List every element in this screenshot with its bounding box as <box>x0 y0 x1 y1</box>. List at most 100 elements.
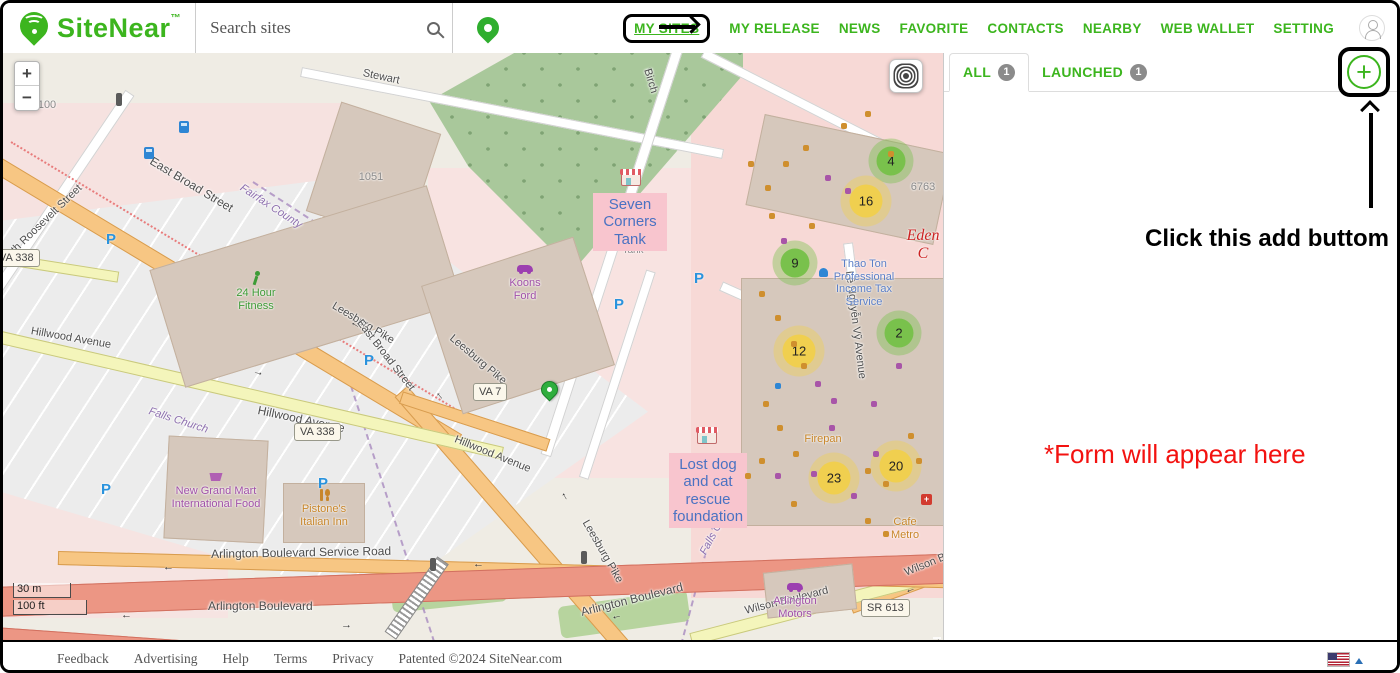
oneway-arrow-icon: ← <box>121 609 132 621</box>
picon-icon: P <box>364 352 374 369</box>
dotp-icon <box>781 238 787 244</box>
dotp-icon <box>871 401 877 407</box>
dotp-icon <box>908 433 914 439</box>
sitenear-pin-wifi-icon <box>19 10 49 46</box>
dotp-icon <box>916 458 922 464</box>
nav-contacts[interactable]: CONTACTS <box>987 21 1063 36</box>
location-pin-icon[interactable] <box>473 12 504 43</box>
aid-icon: + <box>921 494 932 505</box>
dotp-icon <box>748 161 754 167</box>
dotp-icon <box>769 213 775 219</box>
zoom-out-button[interactable]: − <box>15 86 39 110</box>
bus-icon <box>144 147 154 159</box>
dotp-icon <box>845 188 851 194</box>
dotp-icon <box>831 398 837 404</box>
annotation-add-note: Click this add buttom <box>1089 225 1389 253</box>
dotp-icon <box>873 451 879 457</box>
nav-nearby[interactable]: NEARBY <box>1083 21 1142 36</box>
map-zoom-control: + − <box>14 61 40 111</box>
tl-icon <box>581 551 587 564</box>
picon-icon: P <box>318 475 328 492</box>
dotp-icon <box>745 473 751 479</box>
tab-all[interactable]: ALL 1 <box>949 53 1029 92</box>
us-flag-icon <box>1328 653 1349 666</box>
dotp-icon <box>783 161 789 167</box>
dotp-icon <box>809 223 815 229</box>
nav-web-wallet[interactable]: WEB WALLET <box>1161 21 1255 36</box>
dotp-icon <box>815 381 821 387</box>
annotation-arrow-up <box>1369 113 1373 208</box>
tab-all-count-badge: 1 <box>998 64 1015 81</box>
main-nav: MY SITES MY RELEASE NEWS FAVORITE CONTAC… <box>615 14 1397 43</box>
dotp-icon <box>865 518 871 524</box>
dotp-icon <box>883 531 889 537</box>
panel-tab-bar: ALL 1 LAUNCHED 1 <box>944 53 1397 92</box>
tl-icon <box>116 93 122 106</box>
dotp-icon <box>825 175 831 181</box>
oneway-arrow-icon: → <box>252 365 265 379</box>
dotp-icon <box>883 481 889 487</box>
locate-button[interactable] <box>889 59 923 93</box>
add-site-button[interactable]: + <box>1347 55 1381 89</box>
tab-launched-label: LAUNCHED <box>1042 64 1123 80</box>
dotp-icon <box>777 425 783 431</box>
dotp-icon <box>765 185 771 191</box>
dotp-icon <box>888 151 894 157</box>
tab-launched[interactable]: LAUNCHED 1 <box>1029 53 1160 91</box>
map-scale-metric: 30 m <box>13 583 71 598</box>
dotp-icon <box>851 493 857 499</box>
footer-link-privacy[interactable]: Privacy <box>332 651 373 667</box>
nav-my-release[interactable]: MY RELEASE <box>729 21 820 36</box>
ftn-icon <box>819 268 828 277</box>
footer-link-terms[interactable]: Terms <box>274 651 308 667</box>
map-scale-imperial: 100 ft <box>13 600 87 615</box>
sitenear-logo[interactable]: SiteNear™ <box>3 10 195 46</box>
caret-up-icon <box>1355 658 1363 664</box>
footer-link-advertising[interactable]: Advertising <box>134 651 198 667</box>
annotation-form-note: *Form will appear here <box>1044 439 1306 470</box>
search-icon[interactable] <box>427 22 440 35</box>
nav-news[interactable]: NEWS <box>839 21 881 36</box>
dotp-icon <box>829 425 835 431</box>
nav-favorite[interactable]: FAVORITE <box>900 21 969 36</box>
oneway-arrow-icon: ← <box>163 561 174 573</box>
zoom-in-button[interactable]: + <box>15 62 39 86</box>
dotp-icon <box>791 501 797 507</box>
footer-link-help[interactable]: Help <box>222 651 248 667</box>
dotp-icon <box>841 123 847 129</box>
oneway-arrow-icon: ← <box>903 582 917 597</box>
oneway-arrow-icon: ← <box>558 488 574 504</box>
oneway-arrow-icon: ← <box>432 387 448 403</box>
picon-icon: P <box>694 270 704 287</box>
dotp-icon <box>775 315 781 321</box>
dotp-icon <box>775 473 781 479</box>
dotp-icon <box>865 468 871 474</box>
nav-setting[interactable]: SETTING <box>1273 21 1334 36</box>
dotp-icon <box>759 291 765 297</box>
oneway-arrow-icon: → <box>341 619 352 631</box>
dotp-icon <box>811 471 817 477</box>
bus-icon <box>179 121 189 133</box>
logo-text: SiteNear™ <box>57 13 181 44</box>
oneway-arrow-icon: ← <box>473 558 484 570</box>
top-bar: SiteNear™ MY SITES MY RELEASE NEWS FAVOR… <box>3 3 1397 53</box>
oneway-arrow-icon: ← <box>610 609 623 623</box>
picon-icon: P <box>106 231 116 248</box>
dotp-icon <box>759 458 765 464</box>
dotp-icon <box>803 145 809 151</box>
account-icon[interactable] <box>1359 15 1385 41</box>
tab-launched-count-badge: 1 <box>1130 64 1147 81</box>
oneway-arrow-icon: ← <box>348 316 364 332</box>
dotp-icon <box>763 401 769 407</box>
dotp-icon <box>896 363 902 369</box>
language-selector[interactable] <box>1328 653 1363 666</box>
search-input[interactable] <box>210 18 419 38</box>
search-box <box>195 3 453 53</box>
footer-copyright: Patented ©2024 SiteNear.com <box>399 651 563 667</box>
dotp-icon <box>793 451 799 457</box>
footer-link-feedback[interactable]: Feedback <box>57 651 109 667</box>
map-canvas[interactable]: South Roosevelt Street Stewart Birch Eas… <box>3 53 943 640</box>
map-attribution: Leaflet | © Open Street Map <box>933 637 941 639</box>
sites-panel: ALL 1 LAUNCHED 1 + Click this add buttom… <box>943 53 1397 640</box>
picon-icon: P <box>101 481 111 498</box>
